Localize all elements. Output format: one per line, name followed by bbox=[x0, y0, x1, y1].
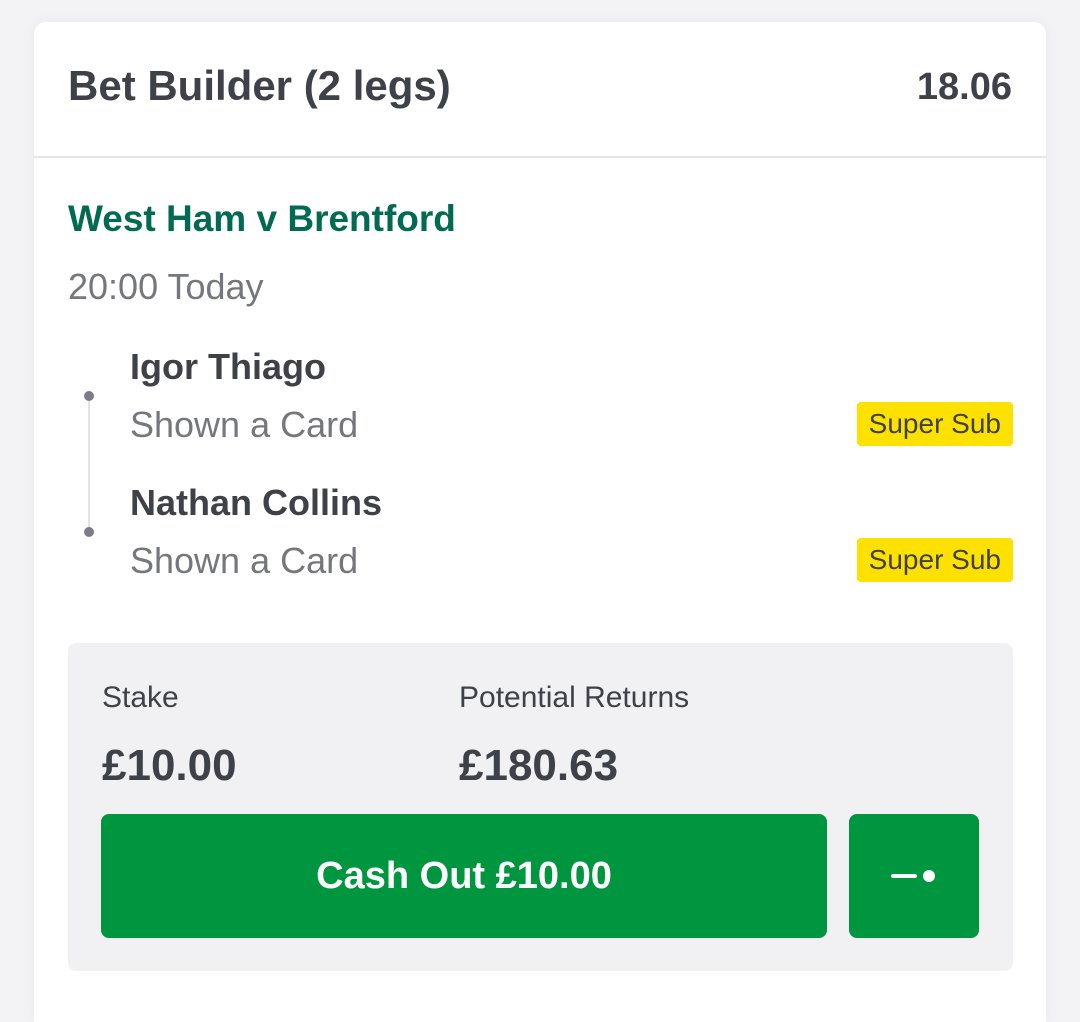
potential-returns-value: £180.63 bbox=[459, 741, 619, 790]
stake-label: Stake bbox=[102, 681, 179, 714]
leg-1-super-sub-badge: Super Sub bbox=[856, 402, 1013, 446]
potential-returns-label: Potential Returns bbox=[459, 681, 690, 714]
partial-cash-out-slider-button[interactable] bbox=[849, 814, 979, 938]
bet-title: Bet Builder (2 legs) bbox=[68, 62, 451, 109]
legs-timeline bbox=[88, 396, 90, 534]
cash-out-button[interactable]: Cash Out £10.00 bbox=[101, 814, 827, 938]
stake-value: £10.00 bbox=[102, 741, 237, 790]
match-time: 20:00 Today bbox=[68, 266, 264, 307]
bet-header: Bet Builder (2 legs) 18.06 bbox=[34, 22, 1046, 158]
slider-toggle-icon bbox=[891, 870, 935, 882]
leg-dot-icon bbox=[84, 527, 94, 537]
bet-card: Bet Builder (2 legs) 18.06 West Ham v Br… bbox=[34, 22, 1046, 1022]
leg-1-market: Shown a Card bbox=[130, 404, 359, 445]
leg-2-super-sub-badge: Super Sub bbox=[856, 538, 1013, 582]
leg-2-player: Nathan Collins bbox=[130, 482, 383, 523]
leg-2-market: Shown a Card bbox=[130, 540, 359, 581]
stake-panel: Stake Potential Returns £10.00 £180.63 C… bbox=[68, 643, 1013, 971]
leg-1-player: Igor Thiago bbox=[130, 346, 326, 387]
match-title[interactable]: West Ham v Brentford bbox=[68, 198, 456, 240]
bet-odds: 18.06 bbox=[916, 66, 1012, 108]
leg-dot-icon bbox=[84, 391, 94, 401]
